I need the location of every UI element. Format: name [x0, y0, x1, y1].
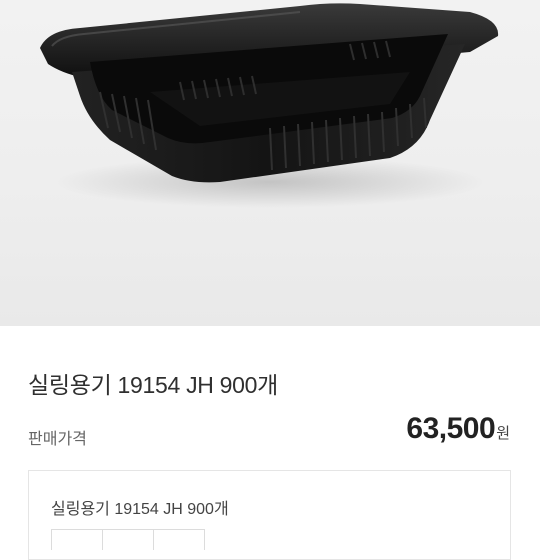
quantity-decrease-button[interactable]	[52, 530, 103, 550]
product-title: 실링용기 19154 JH 900개	[28, 372, 279, 398]
product-image	[0, 0, 540, 326]
selected-option-name: 실링용기 19154 JH 900개	[51, 501, 229, 518]
quantity-increase-button[interactable]	[154, 530, 204, 550]
price-label: 판매가격	[28, 431, 87, 448]
price-unit: 원	[496, 425, 510, 442]
quantity-input[interactable]	[103, 530, 154, 550]
black-sealing-container-image	[40, 3, 499, 208]
price-amount: 63,500	[406, 412, 496, 445]
price: 63,500원	[406, 412, 510, 446]
selected-option-box: 실링용기 19154 JH 900개	[28, 470, 511, 560]
